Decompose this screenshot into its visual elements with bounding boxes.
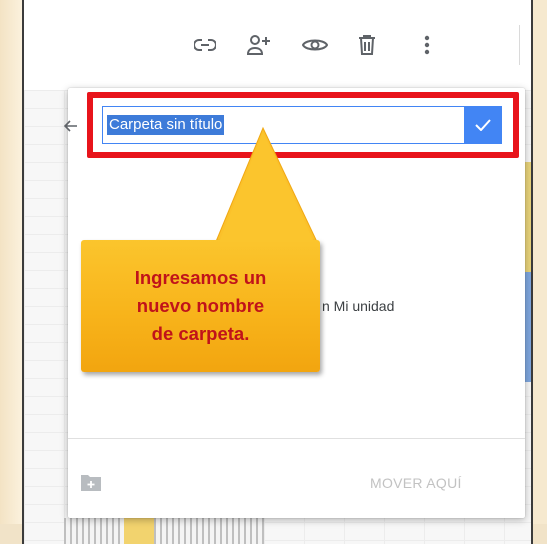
dialog-footer-divider	[68, 438, 525, 439]
sheet-bottom-strip	[64, 518, 264, 544]
callout-line-1: Ingresamos un	[134, 267, 267, 288]
more-vert-icon[interactable]	[414, 32, 440, 58]
current-location-text: n Mi unidad	[322, 298, 395, 314]
right-frame-border	[533, 0, 547, 544]
callout-line-3: de carpeta.	[151, 323, 250, 344]
link-icon[interactable]	[192, 32, 218, 58]
new-folder-icon[interactable]	[80, 472, 102, 492]
highlight-box	[87, 92, 519, 158]
instruction-callout: Ingresamos un nuevo nombre de carpeta.	[81, 240, 320, 372]
add-person-icon[interactable]	[246, 32, 272, 58]
toolbar-separator	[519, 25, 520, 65]
trash-icon[interactable]	[354, 32, 380, 58]
callout-line-2: nuevo nombre	[136, 295, 265, 316]
move-here-button[interactable]: MOVER AQUÍ	[370, 475, 462, 491]
sheet-bottom-yellow-cell	[124, 518, 154, 544]
eye-icon[interactable]	[302, 32, 328, 58]
left-frame-border	[0, 0, 22, 544]
back-arrow-icon[interactable]	[58, 114, 84, 138]
top-toolbar	[24, 0, 531, 91]
